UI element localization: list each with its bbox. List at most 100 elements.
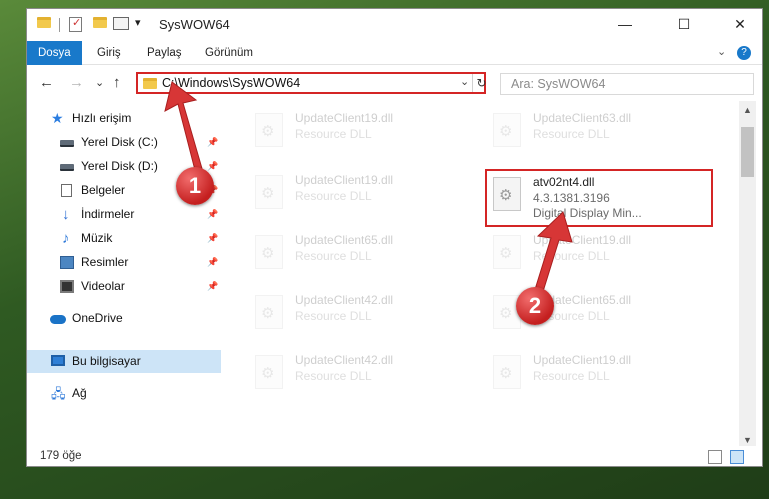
close-button[interactable]: ✕ (717, 9, 762, 39)
drive-icon (60, 164, 74, 171)
address-bar[interactable]: C:\Windows\SysWOW64 ⌄ ↻ (136, 72, 487, 94)
file-name: UpdateClient65.dll (295, 233, 394, 247)
file-item[interactable]: UpdateClient19.dll Resource DLL (487, 349, 717, 399)
file-item[interactable]: UpdateClient63.dll Resource DLL (487, 107, 717, 157)
dll-file-icon (255, 235, 283, 269)
pin-icon[interactable]: 📌 (207, 275, 218, 298)
recent-locations-button[interactable]: ⌄ (95, 76, 104, 89)
pin-icon[interactable]: 📌 (207, 131, 218, 154)
sidebar-item-label: İndirmeler (81, 207, 135, 221)
tab-home[interactable]: Giriş (87, 41, 131, 65)
sidebar-item-pictures[interactable]: Resimler 📌 (27, 251, 221, 274)
sidebar-item-label: Hızlı erişim (72, 111, 132, 125)
navigation-pane: ★ Hızlı erişim Yerel Disk (C:) 📌 Yerel D… (27, 101, 221, 446)
file-type: Resource DLL (295, 309, 372, 323)
drive-icon (60, 140, 74, 147)
document-icon (61, 184, 72, 197)
videos-icon (60, 280, 74, 293)
callout-2: 2 (516, 287, 554, 325)
scroll-up-icon[interactable]: ▲ (743, 105, 752, 115)
ribbon-tabs: Dosya Giriş Paylaş Görünüm ⌄ ? (27, 41, 762, 65)
sidebar-item-videos[interactable]: Videolar 📌 (27, 275, 221, 298)
minimize-button[interactable]: — (602, 9, 648, 39)
pin-icon[interactable]: 📌 (207, 227, 218, 250)
dll-file-icon (255, 175, 283, 209)
address-path[interactable]: C:\Windows\SysWOW64 (162, 76, 300, 90)
scroll-down-icon[interactable]: ▼ (743, 435, 752, 445)
file-type: Resource DLL (295, 249, 372, 263)
sidebar-item-disk-c[interactable]: Yerel Disk (C:) 📌 (27, 131, 221, 154)
file-highlight-box (485, 169, 713, 227)
sidebar-item-label: Yerel Disk (C:) (81, 135, 158, 149)
file-name: UpdateClient42.dll (295, 353, 394, 367)
scroll-thumb[interactable] (741, 127, 754, 177)
new-folder-icon[interactable] (93, 17, 107, 28)
ribbon-collapse-icon[interactable]: ⌄ (717, 45, 726, 58)
pin-icon[interactable]: 📌 (207, 251, 218, 274)
window-title: SysWOW64 (159, 17, 230, 32)
file-item[interactable]: UpdateClient19.dll Resource DLL (249, 169, 479, 219)
callout-1: 1 (176, 167, 214, 205)
tab-share[interactable]: Paylaş (137, 41, 192, 65)
address-dropdown-icon[interactable]: ⌄ (460, 75, 469, 88)
star-icon: ★ (51, 110, 64, 126)
search-input[interactable]: Ara: SysWOW64 (500, 73, 754, 95)
sidebar-item-downloads[interactable]: ↓ İndirmeler 📌 (27, 203, 221, 226)
item-count: 179 öğe (40, 450, 82, 462)
customize-quick-access-icon[interactable] (113, 17, 129, 30)
computer-icon (51, 355, 65, 366)
pictures-icon (60, 256, 74, 269)
details-view-button[interactable] (708, 450, 722, 464)
file-type: Resource DLL (295, 127, 372, 141)
search-placeholder: Ara: SysWOW64 (511, 77, 606, 91)
quick-access-dropdown-icon[interactable]: ▾ (135, 16, 141, 32)
sidebar-item-music[interactable]: ♪ Müzik 📌 (27, 227, 221, 250)
sidebar-item-onedrive[interactable]: OneDrive (27, 307, 221, 330)
up-button[interactable]: ↑ (113, 74, 121, 91)
dll-file-icon (493, 235, 521, 269)
status-bar: 179 öğe (27, 446, 762, 466)
file-type: Resource DLL (295, 369, 372, 383)
divider (59, 18, 60, 32)
tab-view[interactable]: Görünüm (195, 41, 263, 65)
dll-file-icon (255, 295, 283, 329)
properties-quick-access-icon[interactable] (69, 16, 82, 32)
dll-file-icon (255, 355, 283, 389)
sidebar-item-label: Ağ (72, 386, 87, 400)
music-icon: ♪ (62, 230, 70, 247)
maximize-button[interactable]: ☐ (661, 9, 707, 39)
forward-button[interactable]: → (69, 74, 84, 91)
sidebar-item-network[interactable]: 🖧 Ağ (27, 382, 221, 405)
refresh-button[interactable]: ↻ (472, 74, 490, 92)
file-name: UpdateClient19.dll (295, 111, 394, 125)
folder-icon (37, 17, 51, 28)
file-name: UpdateClient42.dll (295, 293, 394, 307)
folder-icon (143, 78, 157, 89)
sidebar-item-label: Belgeler (81, 183, 126, 197)
file-item[interactable]: UpdateClient65.dll Resource DLL (249, 229, 479, 279)
vertical-scrollbar[interactable]: ▲ ▼ (739, 101, 756, 446)
sidebar-item-label: Müzik (81, 231, 113, 245)
file-name: UpdateClient63.dll (533, 111, 632, 125)
back-button[interactable]: ← (39, 74, 54, 91)
help-icon[interactable]: ? (737, 46, 751, 60)
file-list: UpdateClient19.dll Resource DLL UpdateCl… (221, 101, 739, 446)
pin-icon[interactable]: 📌 (207, 203, 218, 226)
file-item[interactable]: UpdateClient42.dll Resource DLL (249, 349, 479, 399)
sidebar-item-label: Resimler (81, 255, 129, 269)
sidebar-item-this-pc[interactable]: Bu bilgisayar (27, 350, 221, 373)
network-icon: 🖧 (51, 386, 66, 401)
sidebar-item-quick-access[interactable]: ★ Hızlı erişim (27, 107, 221, 130)
explorer-window: ▾ SysWOW64 — ☐ ✕ Dosya Giriş Paylaş Görü… (26, 8, 763, 467)
file-name: UpdateClient19.dll (533, 233, 632, 247)
file-name: UpdateClient19.dll (295, 173, 394, 187)
tiles-view-button[interactable] (730, 450, 744, 464)
file-item[interactable]: UpdateClient42.dll Resource DLL (249, 289, 479, 339)
dll-file-icon (493, 355, 521, 389)
file-name: UpdateClient19.dll (533, 353, 632, 367)
file-type: Resource DLL (533, 369, 610, 383)
file-item[interactable]: UpdateClient19.dll Resource DLL (249, 107, 479, 157)
tab-file[interactable]: Dosya (27, 41, 82, 65)
file-item[interactable]: UpdateClient19.dll Resource DLL (487, 229, 717, 279)
sidebar-item-label: OneDrive (72, 311, 123, 325)
